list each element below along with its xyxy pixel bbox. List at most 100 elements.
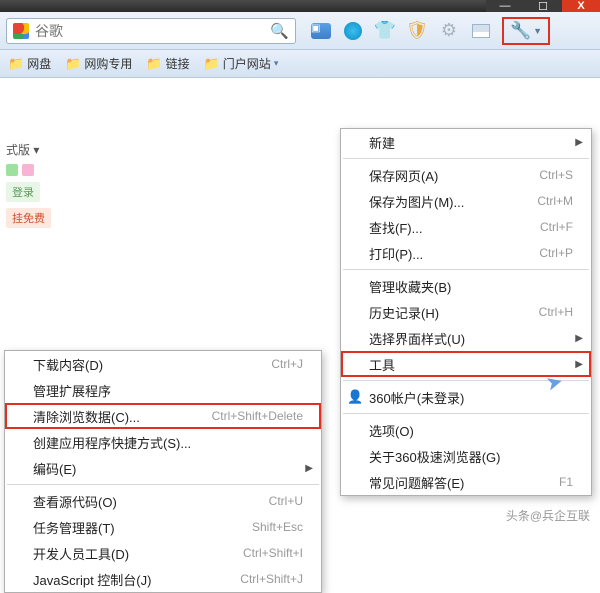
sub-menu-item[interactable]: 创建应用程序快捷方式(S)... (5, 429, 321, 455)
color-swatch[interactable] (6, 164, 18, 176)
menu-item-shortcut: Shift+Esc (252, 520, 303, 534)
folder-icon: 📁 (146, 56, 162, 72)
bookmark-label: 网购专用 (84, 55, 132, 72)
menu-item-icon: 👤 (347, 389, 363, 405)
menu-item-label: 清除浏览数据(C)... (33, 407, 188, 426)
toolbar-icons: ▣ 👕 🛡 ⚙ 🔧 ▼ (310, 17, 550, 45)
menu-item-shortcut: Ctrl+Shift+J (240, 572, 303, 586)
sub-menu-item[interactable]: 管理扩展程序 (5, 377, 321, 403)
bookmark-folder[interactable]: 📁链接 (146, 55, 189, 72)
menu-item-label: 历史记录(H) (369, 303, 515, 322)
chevron-down-icon: ▾ (274, 58, 279, 69)
menu-item-label: 编码(E) (33, 459, 303, 478)
free-badge[interactable]: 挂免费 (6, 208, 51, 228)
menu-item-label: 任务管理器(T) (33, 518, 228, 537)
menu-item-shortcut: Ctrl+Shift+Delete (212, 409, 303, 423)
tools-submenu: 下载内容(D) Ctrl+J 管理扩展程序清除浏览数据(C)... Ctrl+Shif… (4, 350, 322, 593)
bookmark-folder[interactable]: 📁网购专用 (65, 55, 132, 72)
menu-item-label: 管理收藏夹(B) (369, 277, 573, 296)
google-icon (13, 23, 29, 39)
bookmark-folder[interactable]: 📁门户网站 ▾ (204, 55, 279, 72)
menu-item-label: 查找(F)... (369, 218, 516, 237)
bookmark-folder[interactable]: 📁网盘 (8, 55, 51, 72)
search-input[interactable] (35, 23, 262, 39)
menu-item-label: 开发人员工具(D) (33, 544, 219, 563)
menu-item-label: 创建应用程序快捷方式(S)... (33, 433, 303, 452)
menu-separator (343, 413, 589, 414)
sub-menu-item[interactable]: 清除浏览数据(C)... Ctrl+Shift+Delete (5, 403, 321, 429)
menu-item-shortcut: Ctrl+F (540, 220, 573, 234)
main-menu: 新建▶保存网页(A)Ctrl+S保存为图片(M)...Ctrl+M查找(F)..… (340, 128, 592, 496)
menu-item-shortcut: Ctrl+J (271, 357, 303, 371)
skin-icon[interactable]: 👕 (374, 20, 396, 42)
bookmark-label: 链接 (166, 55, 190, 72)
bookmark-label: 网盘 (27, 55, 51, 72)
globe-icon[interactable] (342, 20, 364, 42)
submenu-arrow-icon: ▶ (575, 333, 583, 344)
sub-menu-item[interactable]: JavaScript 控制台(J) Ctrl+Shift+J (5, 566, 321, 592)
menu-item-label: 打印(P)... (369, 244, 515, 263)
main-menu-item[interactable]: 打印(P)... Ctrl+P (341, 240, 591, 266)
window-titlebar: — ☐ X (0, 0, 600, 12)
menu-item-label: 下载内容(D) (33, 355, 247, 374)
content-area: 式版 ▾ 登录 挂免费 新建▶保存网页(A)Ctrl+S保存为图片(M)...C… (0, 78, 600, 530)
menu-separator (343, 269, 589, 270)
main-menu-item[interactable]: 选项(O) (341, 417, 591, 443)
chevron-down-icon: ▼ (533, 26, 542, 36)
menu-item-shortcut: Ctrl+S (539, 168, 573, 182)
menu-item-label: 选择界面样式(U) (369, 329, 573, 348)
bookmarks-bar: 📁网盘 📁网购专用 📁链接 📁门户网站 ▾ (0, 50, 600, 78)
menu-item-label: 保存为图片(M)... (369, 192, 513, 211)
address-bar[interactable]: 🔍 (6, 18, 296, 44)
menu-item-label: 工具 (369, 355, 573, 374)
main-menu-item[interactable]: 保存为图片(M)... Ctrl+M (341, 188, 591, 214)
menu-item-label: 常见问题解答(E) (369, 473, 535, 492)
sub-menu-item[interactable]: 查看源代码(O) Ctrl+U (5, 488, 321, 514)
menu-item-label: 选项(O) (369, 421, 573, 440)
sub-menu-item[interactable]: 开发人员工具(D) Ctrl+Shift+I (5, 540, 321, 566)
color-swatch[interactable] (22, 164, 34, 176)
menu-item-shortcut: F1 (559, 475, 573, 489)
bookmark-label: 门户网站 (223, 55, 271, 72)
menu-item-label: 管理扩展程序 (33, 381, 303, 400)
menu-separator (7, 484, 319, 485)
menu-item-label: 查看源代码(O) (33, 492, 245, 511)
menu-item-shortcut: Ctrl+H (539, 305, 573, 319)
submenu-arrow-icon: ▶ (575, 137, 583, 148)
menu-item-label: 关于360极速浏览器(G) (369, 447, 573, 466)
folder-icon: 📁 (65, 56, 81, 72)
main-menu-item[interactable]: 选择界面样式(U)▶ (341, 325, 591, 351)
menu-item-shortcut: Ctrl+Shift+I (243, 546, 303, 560)
menu-item-shortcut: Ctrl+P (539, 246, 573, 260)
sub-menu-item[interactable]: 任务管理器(T) Shift+Esc (5, 514, 321, 540)
mode-dropdown[interactable]: 式版 ▾ (6, 141, 39, 158)
main-menu-item[interactable]: 新建▶ (341, 129, 591, 155)
folder-icon: 📁 (204, 56, 220, 72)
main-menu-item[interactable]: 查找(F)... Ctrl+F (341, 214, 591, 240)
menu-item-label: 保存网页(A) (369, 166, 515, 185)
folder-icon: 📁 (8, 56, 24, 72)
main-menu-item[interactable]: 关于360极速浏览器(G) (341, 443, 591, 469)
main-menu-item[interactable]: 常见问题解答(E) F1 (341, 469, 591, 495)
shield-icon[interactable]: 🛡 (406, 20, 428, 42)
page-fragment: 式版 ▾ 登录 挂免费 (0, 138, 57, 231)
sub-menu-item[interactable]: 下载内容(D) Ctrl+J (5, 351, 321, 377)
wrench-menu-button[interactable]: 🔧 ▼ (502, 17, 550, 45)
screenshot-icon[interactable]: ▣ (310, 20, 332, 42)
menu-item-label: 360帐户(未登录) (369, 388, 573, 407)
main-menu-item[interactable]: 历史记录(H) Ctrl+H (341, 299, 591, 325)
settings-icon[interactable]: ⚙ (438, 20, 460, 42)
main-menu-item[interactable]: 保存网页(A) Ctrl+S (341, 162, 591, 188)
main-menu-item[interactable]: 管理收藏夹(B) (341, 273, 591, 299)
sub-menu-item[interactable]: 编码(E)▶ (5, 455, 321, 481)
menu-item-shortcut: Ctrl+U (269, 494, 303, 508)
wrench-icon: 🔧 (510, 21, 531, 41)
menu-item-shortcut: Ctrl+M (537, 194, 573, 208)
menu-item-label: JavaScript 控制台(J) (33, 570, 216, 589)
toolbar: 🔍 ▣ 👕 🛡 ⚙ 🔧 ▼ (0, 12, 600, 50)
search-icon[interactable]: 🔍 (270, 22, 289, 40)
mail-icon[interactable] (470, 20, 492, 42)
menu-item-label: 新建 (369, 133, 573, 152)
submenu-arrow-icon: ▶ (305, 463, 313, 474)
login-badge[interactable]: 登录 (6, 182, 40, 202)
